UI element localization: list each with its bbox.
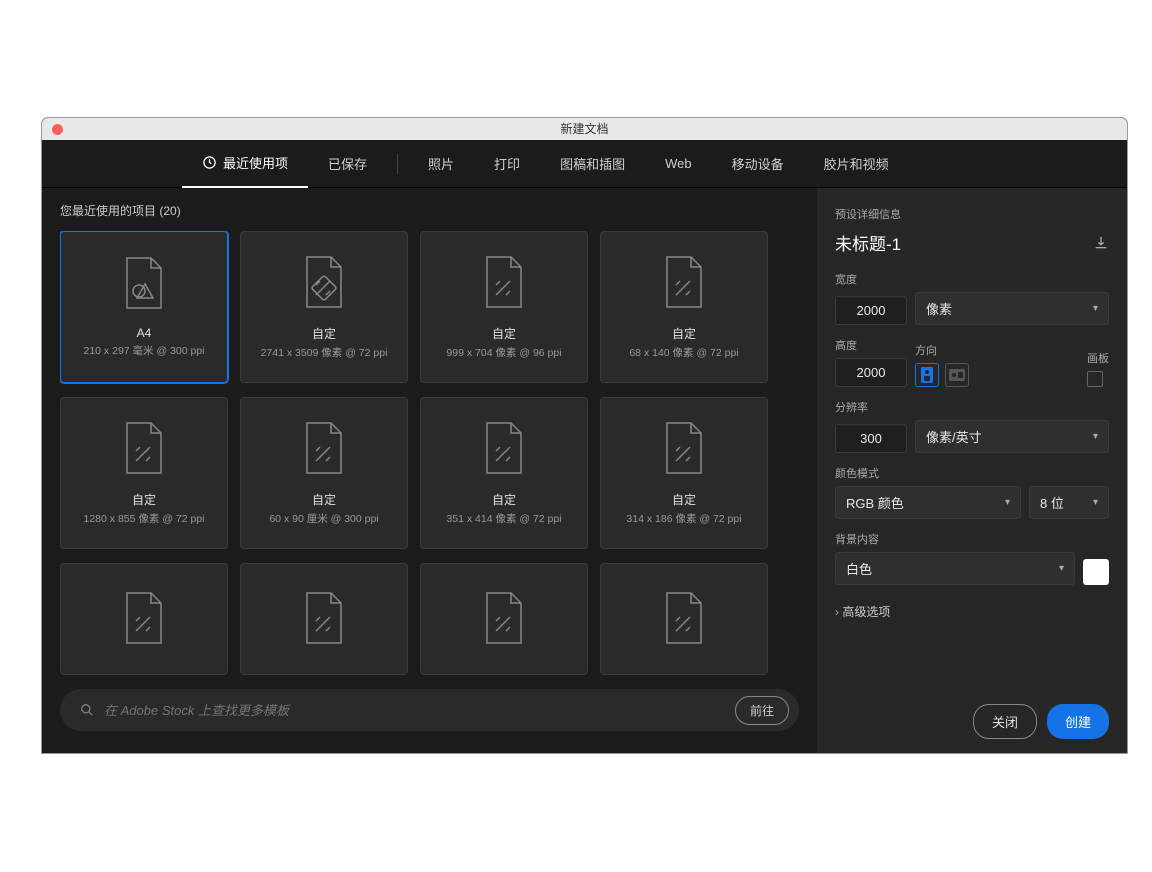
document-custom-icon xyxy=(481,591,527,647)
document-custom-icon xyxy=(661,255,707,311)
tab-print[interactable]: 打印 xyxy=(474,140,540,188)
preset-sub: 68 x 140 像素 @ 72 ppi xyxy=(629,345,738,360)
resolution-unit-select[interactable]: 像素/英寸▾ xyxy=(915,420,1109,453)
width-label: 宽度 xyxy=(835,271,1109,287)
preset-card[interactable] xyxy=(600,563,768,675)
document-custom-icon xyxy=(121,421,167,477)
height-label: 高度 xyxy=(835,337,907,353)
document-custom-icon xyxy=(121,591,167,647)
preset-card[interactable]: 自定 2741 x 3509 像素 @ 72 ppi xyxy=(240,231,408,383)
preset-card[interactable] xyxy=(240,563,408,675)
background-color-swatch[interactable] xyxy=(1083,559,1109,585)
document-custom-icon xyxy=(301,591,347,647)
recent-items-label: 您最近使用的项目 (20) xyxy=(60,202,799,219)
titlebar: 新建文档 xyxy=(42,118,1127,140)
advanced-options-toggle[interactable]: 高级选项 xyxy=(835,603,1109,620)
preset-grid: A4 210 x 297 毫米 @ 300 ppi 自定 2741 x 3509… xyxy=(60,231,799,675)
tab-saved[interactable]: 已保存 xyxy=(308,140,387,188)
window-title: 新建文档 xyxy=(560,122,608,136)
orientation-portrait[interactable] xyxy=(915,363,939,387)
chevron-down-icon: ▾ xyxy=(1093,497,1098,508)
new-document-dialog: 新建文档 最近使用项 已保存 照片 打印 图稿和插图 Web 移动设备 胶片和视… xyxy=(42,118,1127,753)
preset-card[interactable]: 自定 314 x 186 像素 @ 72 ppi xyxy=(600,397,768,549)
preset-title: 自定 xyxy=(312,491,336,508)
preset-title: 自定 xyxy=(492,491,516,508)
orientation-landscape[interactable] xyxy=(945,363,969,387)
color-mode-label: 颜色模式 xyxy=(835,465,1109,481)
window-close-dot[interactable] xyxy=(52,124,63,135)
tab-photo[interactable]: 照片 xyxy=(408,140,474,188)
search-icon xyxy=(80,703,94,717)
stock-search-input[interactable] xyxy=(104,703,735,718)
orientation-label: 方向 xyxy=(915,342,969,358)
height-input[interactable] xyxy=(835,358,907,387)
document-name[interactable]: 未标题-1 xyxy=(835,230,901,255)
preset-title: 自定 xyxy=(312,325,336,342)
chevron-down-icon: ▾ xyxy=(1059,563,1064,574)
preset-title: 自定 xyxy=(492,325,516,342)
background-label: 背景内容 xyxy=(835,531,1109,547)
preset-card[interactable] xyxy=(60,563,228,675)
presets-panel: 您最近使用的项目 (20) A4 210 x 297 毫米 @ 300 ppi … xyxy=(42,188,817,753)
preset-card[interactable]: 自定 68 x 140 像素 @ 72 ppi xyxy=(600,231,768,383)
chevron-down-icon: ▾ xyxy=(1093,431,1098,442)
preset-title: 自定 xyxy=(672,325,696,342)
document-custom-icon xyxy=(481,421,527,477)
chevron-down-icon: ▾ xyxy=(1005,497,1010,508)
color-mode-select[interactable]: RGB 颜色▾ xyxy=(835,486,1021,519)
preset-sub: 999 x 704 像素 @ 96 ppi xyxy=(446,345,561,360)
create-button[interactable]: 创建 xyxy=(1047,704,1109,739)
artboard-label: 画板 xyxy=(1087,350,1109,366)
category-tabs: 最近使用项 已保存 照片 打印 图稿和插图 Web 移动设备 胶片和视频 xyxy=(42,140,1127,188)
preset-sub: 60 x 90 厘米 @ 300 ppi xyxy=(269,511,378,526)
tab-divider xyxy=(397,154,398,174)
document-custom-icon xyxy=(301,255,347,311)
close-button[interactable]: 关闭 xyxy=(973,704,1037,739)
preset-title: 自定 xyxy=(672,491,696,508)
preset-card[interactable]: 自定 999 x 704 像素 @ 96 ppi xyxy=(420,231,588,383)
preset-details-header: 预设详细信息 xyxy=(835,206,1109,222)
document-custom-icon xyxy=(301,421,347,477)
artboard-checkbox[interactable] xyxy=(1087,371,1103,387)
stock-search-bar: 前往 xyxy=(60,689,799,731)
preset-card[interactable]: 自定 351 x 414 像素 @ 72 ppi xyxy=(420,397,588,549)
preset-title: A4 xyxy=(137,326,152,340)
save-preset-icon[interactable] xyxy=(1093,235,1109,251)
tab-mobile[interactable]: 移动设备 xyxy=(712,140,804,188)
preset-sub: 314 x 186 像素 @ 72 ppi xyxy=(626,511,741,526)
tab-art[interactable]: 图稿和插图 xyxy=(540,140,645,188)
bit-depth-select[interactable]: 8 位▾ xyxy=(1029,486,1109,519)
preset-details-panel: 预设详细信息 未标题-1 宽度 像素▾ 高度 方向 xyxy=(817,188,1127,753)
resolution-label: 分辨率 xyxy=(835,399,1109,415)
document-custom-icon xyxy=(481,255,527,311)
preset-sub: 351 x 414 像素 @ 72 ppi xyxy=(446,511,561,526)
background-select[interactable]: 白色▾ xyxy=(835,552,1075,585)
preset-sub: 210 x 297 毫米 @ 300 ppi xyxy=(84,343,205,358)
document-shapes-icon xyxy=(121,256,167,312)
clock-icon xyxy=(202,155,217,170)
width-unit-select[interactable]: 像素▾ xyxy=(915,292,1109,325)
tab-film[interactable]: 胶片和视频 xyxy=(804,140,909,188)
resolution-input[interactable] xyxy=(835,424,907,453)
width-input[interactable] xyxy=(835,296,907,325)
preset-card[interactable]: 自定 60 x 90 厘米 @ 300 ppi xyxy=(240,397,408,549)
preset-card[interactable] xyxy=(420,563,588,675)
stock-go-button[interactable]: 前往 xyxy=(735,696,789,725)
preset-sub: 2741 x 3509 像素 @ 72 ppi xyxy=(261,345,388,360)
tab-recent[interactable]: 最近使用项 xyxy=(182,140,308,188)
document-custom-icon xyxy=(661,591,707,647)
chevron-down-icon: ▾ xyxy=(1093,303,1098,314)
tab-web[interactable]: Web xyxy=(645,140,712,188)
preset-sub: 1280 x 855 像素 @ 72 ppi xyxy=(84,511,205,526)
preset-card[interactable]: A4 210 x 297 毫米 @ 300 ppi xyxy=(60,231,228,383)
preset-title: 自定 xyxy=(132,491,156,508)
document-custom-icon xyxy=(661,421,707,477)
preset-card[interactable]: 自定 1280 x 855 像素 @ 72 ppi xyxy=(60,397,228,549)
